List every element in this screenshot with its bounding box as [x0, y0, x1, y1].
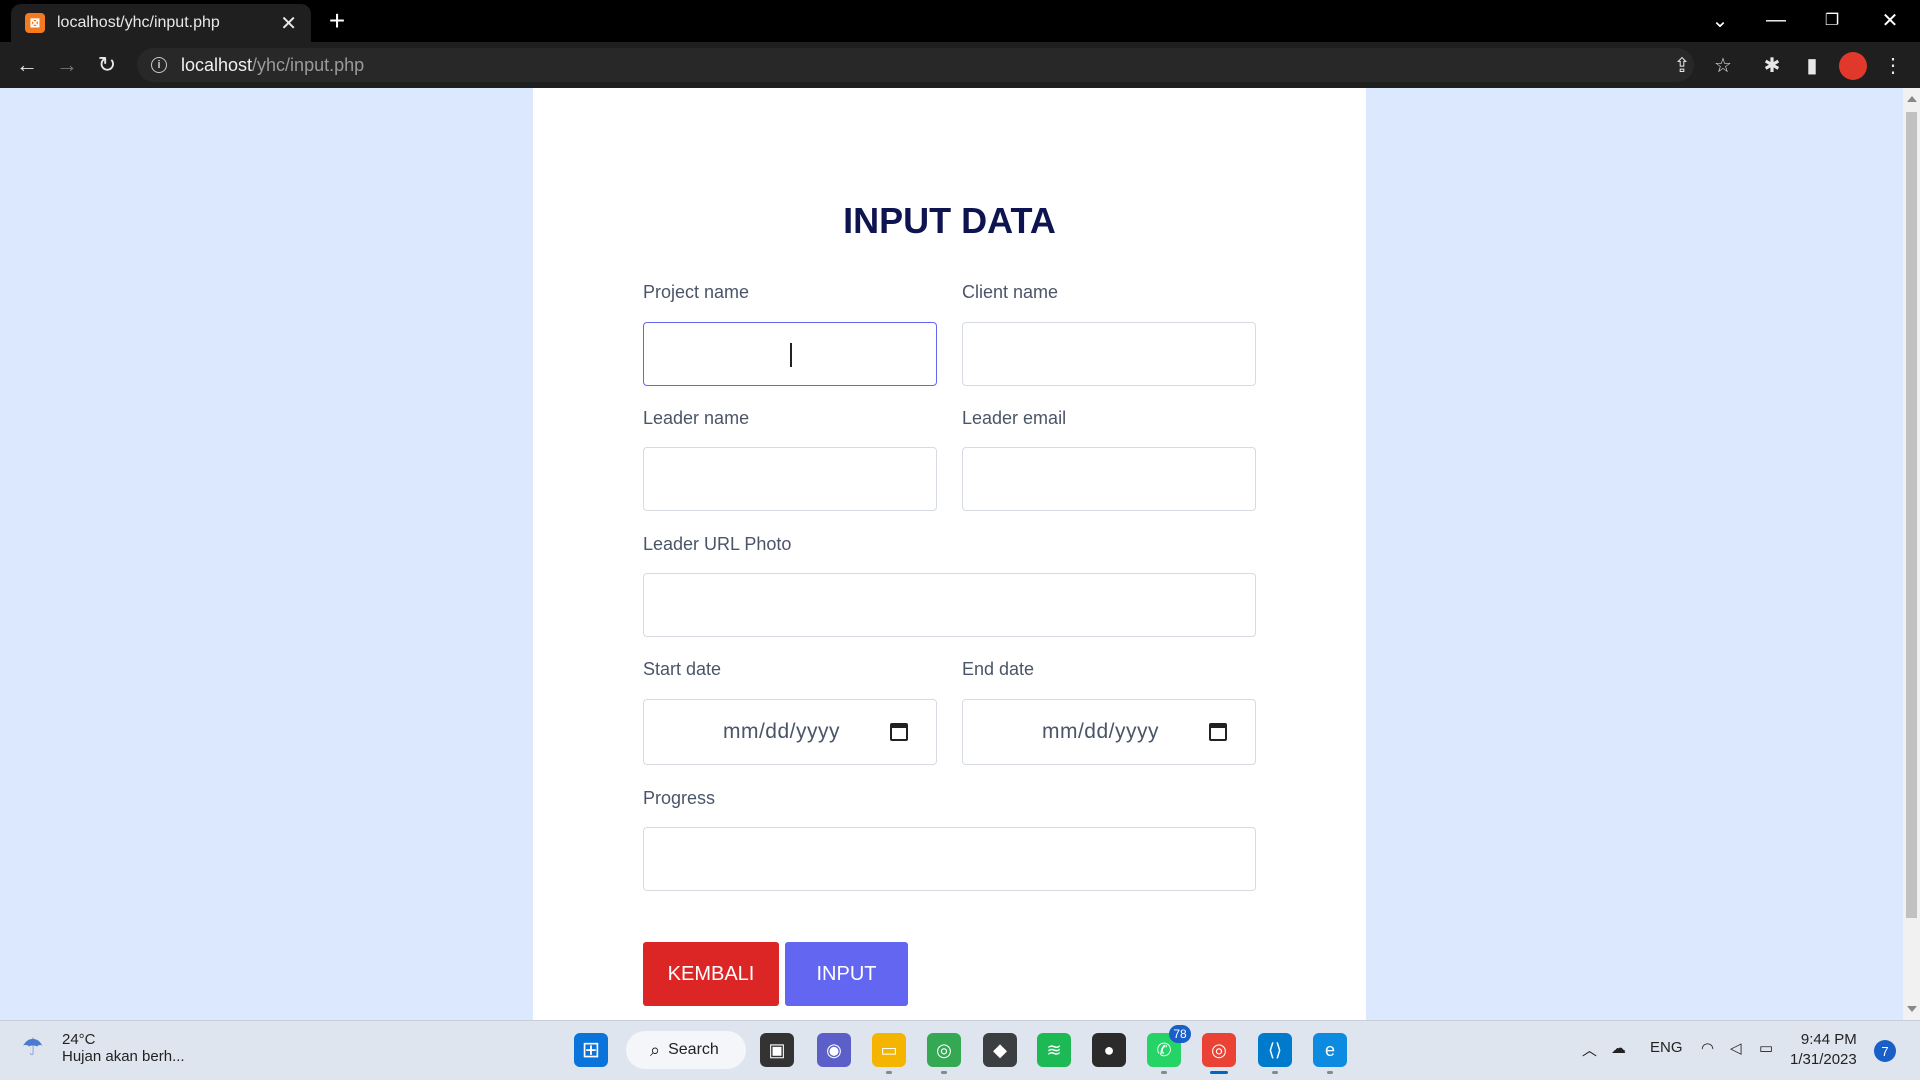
show-hidden-icons-chevron-icon[interactable]: ︿: [1582, 1039, 1597, 1060]
whatsapp-badge: 78: [1169, 1025, 1191, 1043]
bookmark-star-icon[interactable]: ☆: [1710, 52, 1736, 78]
volume-icon[interactable]: ◁: [1730, 1039, 1742, 1057]
page-viewport: INPUT DATA Project name Client name Lead…: [0, 88, 1903, 1020]
windows-start-icon[interactable]: ⊞: [574, 1033, 608, 1067]
scroll-down-arrow-icon[interactable]: [1907, 1006, 1917, 1012]
close-window-button[interactable]: ✕: [1862, 0, 1918, 40]
url-host: localhost: [181, 54, 253, 75]
running-indicator: [1272, 1071, 1278, 1074]
address-bar[interactable]: i localhost /yhc/input.php: [137, 48, 1694, 82]
leader-name-label: Leader name: [643, 408, 750, 428]
kembali-button[interactable]: KEMBALI: [643, 942, 779, 1006]
share-icon[interactable]: ⇪: [1669, 52, 1695, 78]
teams-chat-icon[interactable]: ◉: [817, 1033, 851, 1067]
clock-time: 9:44 PM: [1800, 1031, 1857, 1048]
tab-search-icon[interactable]: ⌄: [1692, 0, 1748, 40]
edge-icon[interactable]: e: [1313, 1033, 1347, 1067]
active-app-indicator: [1210, 1071, 1228, 1074]
client-name-label: Client name: [962, 282, 1059, 302]
unity-icon[interactable]: ◆: [983, 1033, 1017, 1067]
leader-email-label: Leader email: [962, 408, 1067, 428]
leader-email-input[interactable]: [962, 447, 1256, 511]
client-name-input[interactable]: [962, 322, 1256, 386]
restore-button[interactable]: ❐: [1804, 0, 1860, 40]
close-tab-icon[interactable]: ✕: [280, 11, 297, 36]
forward-arrow-icon[interactable]: →: [52, 50, 82, 80]
back-arrow-icon[interactable]: ←: [12, 50, 42, 80]
project-name-label: Project name: [643, 282, 750, 302]
start-date-input[interactable]: mm/dd/yyyy: [643, 699, 937, 765]
search-icon: ⌕: [650, 1039, 661, 1060]
reload-icon[interactable]: ↻: [92, 50, 122, 80]
page-title: INPUT DATA: [843, 200, 1056, 241]
project-name-input[interactable]: [643, 322, 937, 386]
text-caret: [790, 343, 792, 367]
start-date-placeholder: mm/dd/yyyy: [722, 720, 840, 743]
file-explorer-icon[interactable]: ▭: [872, 1033, 906, 1067]
running-indicator: [886, 1071, 892, 1074]
language-indicator[interactable]: ENG: [1650, 1039, 1683, 1056]
weather-widget[interactable]: ☂ 24°C Hujan akan berh...: [22, 1031, 185, 1065]
form-card: INPUT DATA Project name Client name Lead…: [533, 88, 1366, 1020]
onedrive-cloud-icon[interactable]: ☁: [1611, 1039, 1626, 1057]
calendar-icon[interactable]: [1209, 723, 1227, 741]
running-indicator: [1161, 1071, 1167, 1074]
weather-temperature: 24°C: [62, 1031, 96, 1048]
tab-title: localhost/yhc/input.php: [57, 14, 220, 31]
obs-icon[interactable]: ●: [1092, 1033, 1126, 1067]
taskbar-search-label: Search: [668, 1041, 719, 1058]
windows-taskbar: ☂ 24°C Hujan akan berh... ⊞ ⌕ Search ▣ ◉…: [0, 1020, 1920, 1080]
side-panel-icon[interactable]: ▮: [1799, 52, 1825, 78]
wifi-icon[interactable]: ◠: [1701, 1039, 1714, 1057]
menu-dots-icon[interactable]: ⋮: [1880, 52, 1906, 78]
profile-avatar[interactable]: [1839, 52, 1867, 80]
battery-icon[interactable]: ▭: [1759, 1039, 1773, 1057]
running-indicator: [1327, 1071, 1333, 1074]
spotify-icon[interactable]: ≋: [1037, 1033, 1071, 1067]
leader-url-photo-input[interactable]: [643, 573, 1256, 637]
leader-url-photo-label: Leader URL Photo: [643, 534, 792, 554]
chrome-active-icon[interactable]: ◎: [1202, 1033, 1236, 1067]
xampp-icon: ⊠: [25, 13, 45, 33]
tab-strip: ⊠ localhost/yhc/input.php ✕ + ⌄ — ❐ ✕: [0, 0, 1920, 42]
start-date-label: Start date: [643, 659, 722, 679]
vscode-icon[interactable]: ⟨⟩: [1258, 1033, 1292, 1067]
whatsapp-icon[interactable]: ✆ 78: [1147, 1025, 1191, 1067]
input-submit-button[interactable]: INPUT: [785, 942, 908, 1006]
clock-date: 1/31/2023: [1790, 1051, 1857, 1068]
notification-badge[interactable]: 7: [1874, 1040, 1896, 1062]
page-scrollbar[interactable]: [1903, 88, 1920, 1020]
weather-description: Hujan akan berh...: [62, 1048, 185, 1065]
end-date-placeholder: mm/dd/yyyy: [1041, 720, 1159, 743]
site-info-icon[interactable]: i: [151, 57, 167, 73]
new-tab-button[interactable]: +: [324, 6, 350, 36]
calendar-icon[interactable]: [890, 723, 908, 741]
minimize-button[interactable]: —: [1748, 0, 1804, 40]
taskbar-search[interactable]: ⌕ Search: [626, 1031, 746, 1069]
browser-tab[interactable]: ⊠ localhost/yhc/input.php ✕: [11, 4, 311, 42]
scroll-up-arrow-icon[interactable]: [1907, 96, 1917, 102]
chrome-icon[interactable]: ◎: [927, 1033, 961, 1067]
system-clock[interactable]: 9:44 PM 1/31/2023: [1790, 1030, 1857, 1070]
extensions-icon[interactable]: ✱: [1759, 52, 1785, 78]
url-path: /yhc/input.php: [252, 54, 365, 75]
scrollbar-thumb[interactable]: [1906, 112, 1917, 918]
rain-umbrella-icon: ☂: [22, 1034, 44, 1061]
progress-input[interactable]: [643, 827, 1256, 891]
running-indicator: [941, 1071, 947, 1074]
end-date-label: End date: [962, 659, 1035, 679]
browser-toolbar: ← → ↻ i localhost /yhc/input.php ⇪ ☆ ✱ ▮…: [0, 42, 1920, 88]
progress-label: Progress: [643, 788, 716, 808]
end-date-input[interactable]: mm/dd/yyyy: [962, 699, 1256, 765]
leader-name-input[interactable]: [643, 447, 937, 511]
task-view-icon[interactable]: ▣: [760, 1033, 794, 1067]
